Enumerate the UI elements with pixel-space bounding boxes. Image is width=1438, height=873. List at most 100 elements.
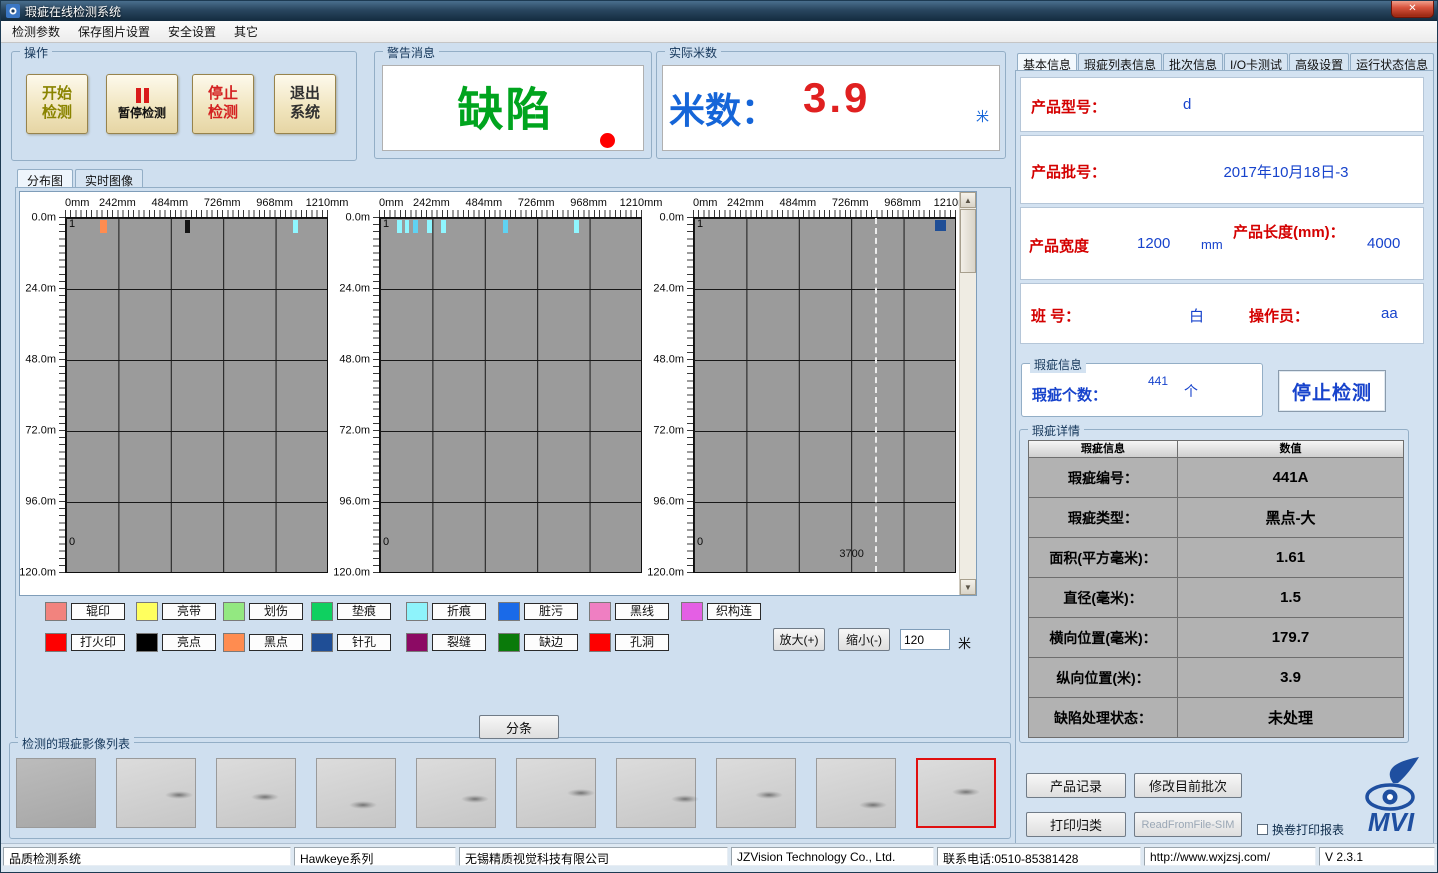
defect-detail-group: 瑕疵详情 瑕疵信息数值瑕疵编号：441A瑕疵类型：黑点-大面积(平方毫米)：1.…: [1019, 429, 1409, 743]
modify-batch-button[interactable]: 修改目前批次: [1134, 773, 1242, 798]
zoom-out-button[interactable]: 缩小(-): [838, 628, 890, 651]
print-classify-button[interactable]: 打印归类: [1026, 812, 1126, 837]
legend-color-swatch: [311, 602, 333, 621]
defect-thumbnail-row: [10, 743, 1010, 838]
meter-count-label: 米数：: [669, 82, 777, 134]
defect-mark[interactable]: [405, 220, 409, 233]
pause-detection-button[interactable]: 暂停检测: [106, 74, 178, 134]
stop-detection-large-button[interactable]: 停止检测: [1278, 370, 1386, 412]
legend-color-swatch: [589, 633, 611, 652]
defect-mark[interactable]: [574, 220, 579, 233]
product-batch-label: 产品批号：: [1031, 161, 1106, 182]
defect-thumbnail[interactable]: [516, 758, 596, 828]
meters-group: 实际米数 米数： 3.9 米: [656, 51, 1006, 159]
product-record-button[interactable]: 产品记录: [1026, 773, 1126, 798]
shift-value: 白: [1189, 305, 1204, 326]
defect-table-header-cell: 瑕疵信息: [1028, 440, 1178, 458]
scroll-down-button[interactable]: ▼: [960, 579, 976, 595]
roll-change-print-label: 换卷打印报表: [1272, 821, 1344, 838]
status-bar: 品质检测系统Hawkeye系列无锡精质视觉科技有限公司JZVision Tech…: [1, 843, 1437, 872]
defect-grid: 103700: [693, 217, 956, 573]
menu-item[interactable]: 安全设置: [159, 20, 225, 43]
close-button[interactable]: ✕: [1391, 1, 1434, 18]
scroll-thumb[interactable]: [960, 209, 976, 273]
logo-text: MVI: [1368, 807, 1415, 837]
range-length-input[interactable]: [900, 629, 950, 650]
defect-thumbnail[interactable]: [616, 758, 696, 828]
legend-color-swatch: [223, 602, 245, 621]
legend-label: 孔洞: [615, 634, 669, 651]
roll-change-print-checkbox[interactable]: 换卷打印报表: [1257, 821, 1344, 838]
scroll-up-button[interactable]: ▲: [960, 192, 976, 208]
product-size-row: 产品宽度 1200 mm 产品长度(mm)： 4000: [1020, 207, 1424, 280]
current-position-line: [875, 218, 877, 572]
defect-mark[interactable]: [185, 220, 190, 233]
y-axis-tick-label: 24.0m: [25, 283, 56, 295]
defect-thumbnail[interactable]: [716, 758, 796, 828]
defect-smudge: [165, 791, 193, 799]
legend-color-swatch: [681, 602, 703, 621]
legend-label: 针孔: [337, 634, 391, 651]
defect-table-header-cell: 数值: [1178, 440, 1404, 458]
product-length-label: 产品长度(mm)：: [1233, 222, 1347, 243]
defect-mark[interactable]: [503, 220, 508, 233]
x-axis-tick-label: 968mm: [884, 197, 921, 209]
defect-mark[interactable]: [293, 220, 298, 233]
defect-smudge: [567, 789, 595, 797]
x-axis-tick-label: 726mm: [204, 197, 241, 209]
checkbox-box[interactable]: [1257, 824, 1268, 835]
panel-body: 0.0m24.0m48.0m72.0m96.0m120.0m10: [337, 217, 645, 591]
x-axis-tick-label: 0mm: [379, 197, 403, 209]
zoom-in-button[interactable]: 放大(+): [773, 628, 825, 651]
distribution-panel-2: 0mm242mm484mm726mm968mm1210mm0.0m24.0m48…: [337, 195, 645, 591]
start-detection-button[interactable]: 开始 检测: [26, 74, 88, 134]
warning-message-box: 缺陷: [382, 65, 644, 151]
legend-label: 打火印: [71, 634, 125, 651]
y-axis-tick-label: 96.0m: [25, 496, 56, 508]
defect-legend: 辊印亮带划伤垫痕折痕脏污黑线织构连打火印亮点黑点针孔裂缝缺边孔洞: [31, 600, 779, 664]
legend-label: 折痕: [432, 603, 486, 620]
defect-detail-group-title: 瑕疵详情: [1028, 422, 1084, 439]
menu-item[interactable]: 检测参数: [3, 20, 69, 43]
defect-smudge: [461, 795, 489, 803]
defect-grid: 10: [379, 217, 642, 573]
defect-thumbnail[interactable]: [916, 758, 996, 828]
camera-index-label: 1: [697, 218, 703, 230]
x-axis-tick-label: 0mm: [693, 197, 717, 209]
title-bar: 瑕疵在线检测系统 ✕: [1, 1, 1437, 21]
defect-mark[interactable]: [413, 220, 418, 233]
legend-label: 黑线: [615, 603, 669, 620]
alarm-indicator-dot: [600, 133, 615, 148]
split-strips-button[interactable]: 分条: [479, 715, 559, 739]
legend-label: 织构连: [707, 603, 761, 620]
defect-thumbnail[interactable]: [116, 758, 196, 828]
menu-item[interactable]: 保存图片设置: [69, 20, 159, 43]
stop-detection-button[interactable]: 停止 检测: [192, 74, 254, 134]
exit-system-button[interactable]: 退出 系统: [274, 74, 336, 134]
legend-label: 亮点: [162, 634, 216, 651]
defect-thumbnail[interactable]: [216, 758, 296, 828]
x-axis-ruler: 0mm242mm484mm726mm968mm1210mm: [337, 195, 645, 217]
meter-unit-label: 米: [976, 106, 989, 125]
defect-smudge: [952, 788, 980, 796]
defect-mark[interactable]: [427, 220, 432, 233]
defect-mark[interactable]: [397, 220, 402, 233]
defect-thumbnail[interactable]: [316, 758, 396, 828]
legend-label: 垫痕: [337, 603, 391, 620]
y-axis-tick-label: 120.0m: [647, 567, 684, 579]
x-axis-tick-label: 726mm: [518, 197, 555, 209]
defect-info-group-title: 瑕疵信息: [1030, 356, 1086, 373]
y-axis-tick-label: 0.0m: [32, 212, 56, 224]
defect-thumbnail[interactable]: [816, 758, 896, 828]
chart-scrollbar[interactable]: ▲ ▼: [959, 192, 976, 595]
operator-value: aa: [1381, 305, 1398, 322]
defect-thumbnail[interactable]: [16, 758, 96, 828]
defect-thumbnail[interactable]: [416, 758, 496, 828]
menu-item[interactable]: 其它: [225, 20, 267, 43]
defect-mark[interactable]: [935, 220, 946, 231]
meter-count-value: 3.9: [803, 74, 870, 122]
defect-mark[interactable]: [441, 220, 446, 233]
defect-detail-value: 1.61: [1178, 538, 1404, 578]
defect-mark[interactable]: [100, 220, 107, 233]
x-axis-ticks: [379, 210, 642, 217]
